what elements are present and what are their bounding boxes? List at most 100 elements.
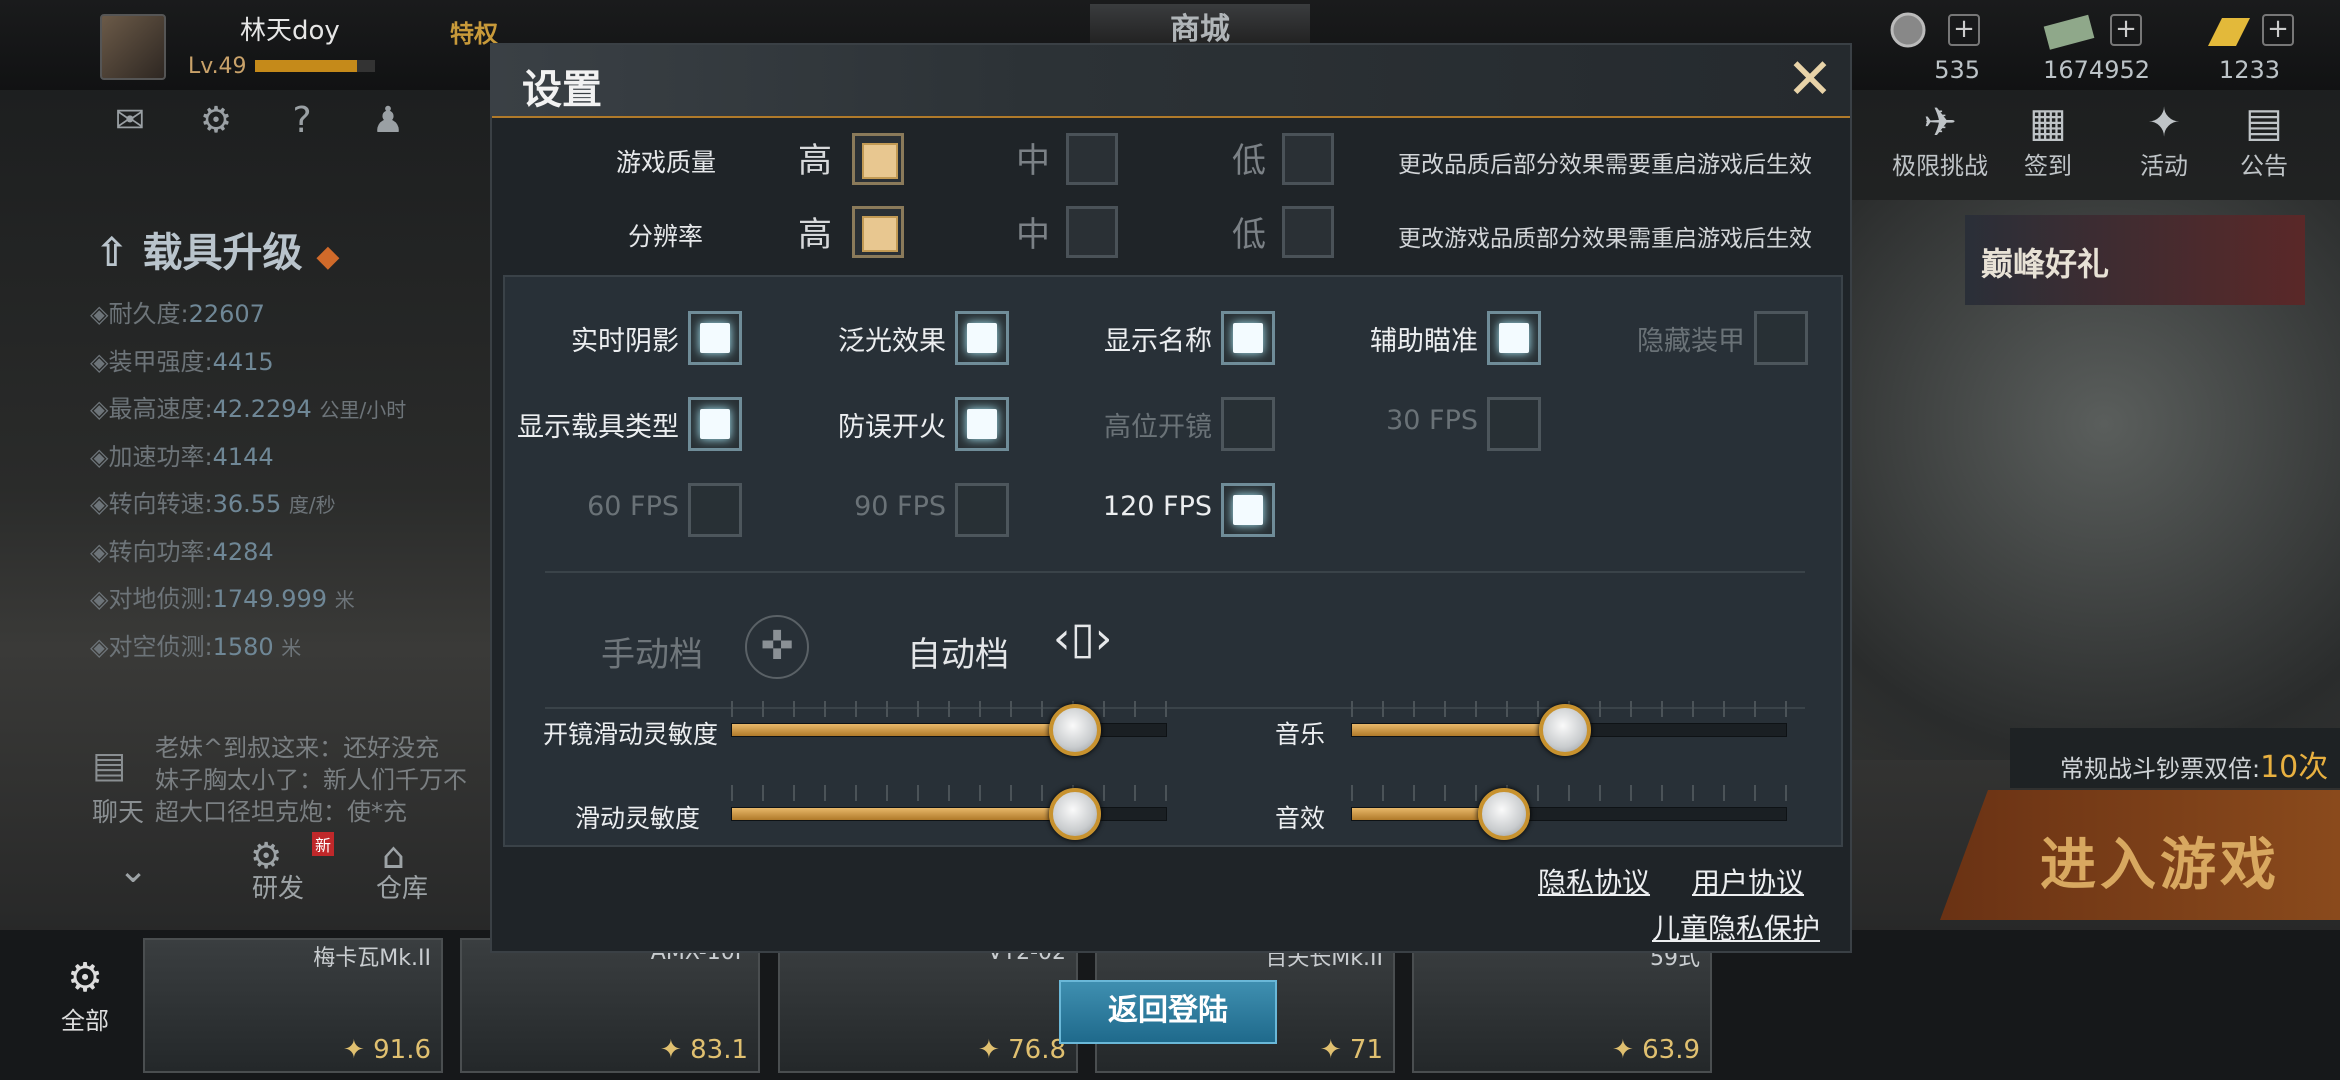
quality-mid-checkbox[interactable]	[1066, 133, 1118, 185]
collapse-chevron-icon[interactable]: ⌄	[118, 850, 148, 891]
quality-high-checkbox[interactable]	[852, 133, 904, 185]
garage-button[interactable]: 仓库	[376, 868, 428, 905]
vehicle-card[interactable]: VT2-02✦ 76.8	[778, 938, 1078, 1073]
sfx-track[interactable]	[1351, 807, 1787, 821]
resolution-mid-label: 中	[1016, 215, 1050, 255]
double-cash-info: 常规战斗钞票双倍:10次	[2010, 728, 2340, 788]
events-button[interactable]: ✦ 活动	[2140, 100, 2188, 181]
tick-mark	[1630, 701, 1632, 717]
tick-mark	[731, 785, 733, 801]
player-level: Lv.49	[188, 54, 247, 79]
tick-mark	[824, 701, 826, 717]
vehicle-name: 梅卡瓦Mk.II	[313, 946, 431, 971]
stat-value: 4415	[212, 347, 274, 376]
tick-mark	[1010, 701, 1012, 717]
notice-label: 公告	[2240, 152, 2288, 180]
vehicle-power: ✦ 63.9	[1612, 1035, 1700, 1065]
gear-icon: ⚙	[67, 955, 103, 1001]
challenge-button[interactable]: ✈ 极限挑战	[1892, 100, 1988, 181]
resolution-mid-checkbox[interactable]	[1066, 206, 1118, 258]
events-icon: ✦	[2147, 100, 2181, 146]
shop-tab[interactable]: 商城	[1090, 4, 1310, 47]
power-icon: ✦	[978, 1035, 1009, 1065]
stat-icon: ◈	[90, 395, 109, 423]
signin-button[interactable]: ▦ 签到	[2024, 100, 2072, 181]
avatar[interactable]	[100, 14, 166, 80]
chat-message: 妹子胸太小了：新人们千万不	[155, 766, 467, 794]
tick-mark	[1661, 701, 1663, 717]
medal-icon	[1886, 8, 1930, 52]
user-agreement-link[interactable]: 用户协议	[1692, 861, 1804, 901]
stat-icon: ◈	[90, 490, 109, 518]
stat-row: ◈加速功率:4144	[90, 437, 274, 472]
resolution-low-checkbox[interactable]	[1282, 206, 1334, 258]
enter-game-button[interactable]: 进入游戏	[1940, 790, 2340, 920]
privacy-policy-link[interactable]: 隐私协议	[1538, 861, 1650, 901]
tick-mark	[1692, 701, 1694, 717]
swipe-sensitivity-track[interactable]	[731, 807, 1167, 821]
sfx-ticks	[1351, 781, 1787, 805]
filter-all-button[interactable]: ⚙ 全部	[45, 955, 125, 1065]
tick-mark	[1754, 701, 1756, 717]
add-medals-button[interactable]: +	[1948, 14, 1980, 46]
vehicle-card[interactable]: 59式 ✦ 63.9	[1412, 938, 1712, 1073]
tick-mark	[1599, 701, 1601, 717]
tick-mark	[917, 785, 919, 801]
scope-sensitivity-track[interactable]	[731, 723, 1167, 737]
notice-button[interactable]: ▤ 公告	[2240, 100, 2288, 181]
close-icon[interactable]: ✕	[1780, 51, 1840, 111]
add-cash-button[interactable]: +	[2110, 14, 2142, 46]
tick-mark	[1382, 701, 1384, 717]
tick-mark	[886, 785, 888, 801]
tick-mark	[1444, 785, 1446, 801]
chat-label[interactable]: 聊天	[92, 792, 144, 829]
player-name: 林天doy	[240, 16, 340, 46]
xp-bar	[255, 60, 375, 72]
stat-row: ◈装甲强度:4415	[90, 342, 274, 377]
swipe-sensitivity-ticks	[731, 781, 1167, 805]
resolution-high-checkbox[interactable]	[852, 206, 904, 258]
tick-mark	[793, 785, 795, 801]
peak-gift-banner[interactable]: 巅峰好礼	[1965, 215, 2305, 305]
add-gold-button[interactable]: +	[2262, 14, 2294, 46]
auto-gear-label[interactable]: 自动档	[907, 627, 1009, 676]
quality-note: 更改品质后部分效果需要重启游戏后生效	[1398, 152, 1812, 178]
auto-gear-icon[interactable]: ‹▯›	[1053, 613, 1112, 664]
hide-armor-checkbox[interactable]	[1754, 311, 1808, 365]
double-cash-count: 10次	[2260, 750, 2329, 785]
new-badge: 新	[312, 832, 335, 856]
aim-assist-label: 辅助瞄准	[1370, 326, 1478, 357]
high-scope-label: 高位开镜	[1104, 412, 1212, 443]
signin-label: 签到	[2024, 152, 2072, 180]
challenge-icon: ✈	[1923, 100, 1957, 146]
scope-sensitivity-knob[interactable]	[1049, 704, 1102, 756]
vehicle-card[interactable]: 梅卡瓦Mk.II ✦ 91.6	[143, 938, 443, 1073]
swipe-sensitivity-knob[interactable]	[1049, 788, 1102, 840]
fps30-checkbox[interactable]	[1487, 397, 1541, 451]
research-button[interactable]: 研发	[252, 868, 304, 905]
sfx-knob[interactable]	[1477, 788, 1530, 840]
friends-icon[interactable]: ♟	[358, 100, 418, 150]
fps120-checkbox[interactable]	[1221, 483, 1275, 537]
manual-gear-label[interactable]: 手动档	[601, 627, 703, 676]
back-to-login-button[interactable]: 返回登陆	[1059, 980, 1277, 1044]
stat-row: ◈对地侦测:1749.999 米	[90, 579, 355, 614]
quality-low-checkbox[interactable]	[1282, 133, 1334, 185]
double-cash-label: 常规战斗钞票双倍:	[2060, 755, 2261, 783]
help-icon[interactable]: ?	[272, 100, 332, 150]
quality-mid-label: 中	[1016, 141, 1050, 181]
swipe-sensitivity-label: 滑动灵敏度	[575, 804, 701, 833]
stat-row: ◈转向功率:4284	[90, 532, 274, 567]
vehicle-upgrade-title[interactable]: ⇧ 载具升级 ◆	[95, 220, 339, 278]
music-fill	[1352, 724, 1566, 736]
medals-count: 535	[1934, 56, 1980, 84]
show-vehicle-type-label: 显示载具类型	[517, 412, 679, 443]
dpad-icon[interactable]: ✜	[745, 615, 809, 679]
music-knob[interactable]	[1538, 704, 1591, 756]
dialog-title-bar	[492, 45, 1850, 118]
vehicle-card[interactable]: AMX-10P✦ 83.1	[460, 938, 760, 1073]
gear-icon[interactable]: ⚙	[186, 100, 246, 150]
scope-sensitivity-ticks	[731, 697, 1167, 721]
mail-icon[interactable]: ✉	[100, 100, 160, 150]
child-privacy-link[interactable]: 儿童隐私保护	[1652, 907, 1820, 947]
